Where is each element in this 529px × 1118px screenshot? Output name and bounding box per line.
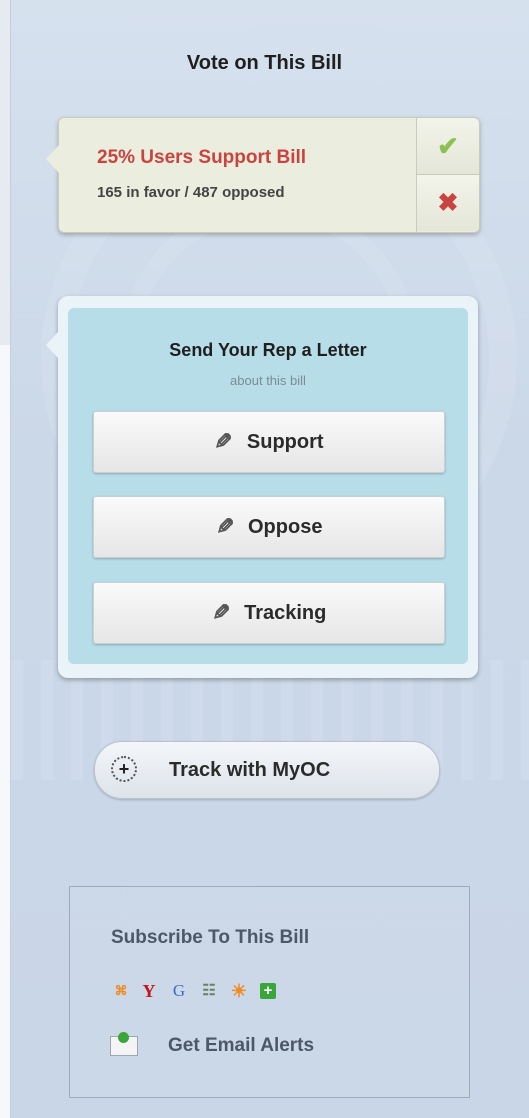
rss-icon[interactable]: ⌘ [112, 982, 130, 1000]
letter-box: Send Your Rep a Letter about this bill ✎… [46, 296, 478, 678]
support-percentage: 25% Users Support Bill [97, 147, 307, 168]
google-icon[interactable]: G [170, 982, 188, 1000]
vote-box-pointer [46, 145, 59, 173]
vote-support-button[interactable]: ✔ [417, 118, 479, 174]
feed-reader-icon[interactable]: ☷ [200, 982, 218, 1000]
vote-oppose-button[interactable]: ✖ [417, 174, 479, 231]
plus-circle-icon: + [111, 756, 137, 782]
checkmark-icon: ✔ [437, 130, 459, 161]
add-feed-icon[interactable]: + [260, 983, 276, 999]
envelope-icon [110, 1032, 138, 1056]
letter-support-button[interactable]: ✎ Support [93, 411, 445, 473]
letter-oppose-label: Oppose [247, 515, 323, 538]
pencil-icon: ✎ [211, 600, 231, 625]
track-myoc-button[interactable]: + Track with MyOC [94, 741, 440, 799]
netvibes-icon[interactable]: ☀ [230, 982, 248, 1000]
subscribe-box: Subscribe To This Bill ⌘ Y G ☷ ☀ + Get E… [69, 886, 470, 1098]
left-edge [0, 0, 11, 1118]
pencil-icon: ✎ [214, 429, 233, 454]
vote-box: 25% Users Support Bill 165 in favor / 48… [46, 117, 480, 233]
letter-subtitle: about this bill [230, 373, 306, 388]
letter-tracking-button[interactable]: ✎ Tracking [93, 582, 445, 644]
pencil-icon: ✎ [215, 514, 234, 539]
track-label: Track with MyOC [169, 759, 331, 781]
letter-tracking-label: Tracking [244, 601, 327, 624]
letter-oppose-button[interactable]: ✎ Oppose [93, 496, 445, 558]
yahoo-icon[interactable]: Y [140, 982, 158, 1000]
x-icon: ✖ [437, 189, 459, 217]
email-alerts-label: Get Email Alerts [168, 1035, 315, 1056]
letter-support-label: Support [246, 430, 324, 453]
letter-box-pointer [46, 332, 58, 358]
vote-counts: 165 in favor / 487 opposed [97, 184, 285, 201]
subscribe-title: Subscribe To This Bill [111, 927, 310, 948]
vote-title: Vote on This Bill [186, 52, 343, 74]
vote-buttons: ✔ ✖ [416, 118, 479, 232]
letter-title: Send Your Rep a Letter [169, 340, 367, 360]
